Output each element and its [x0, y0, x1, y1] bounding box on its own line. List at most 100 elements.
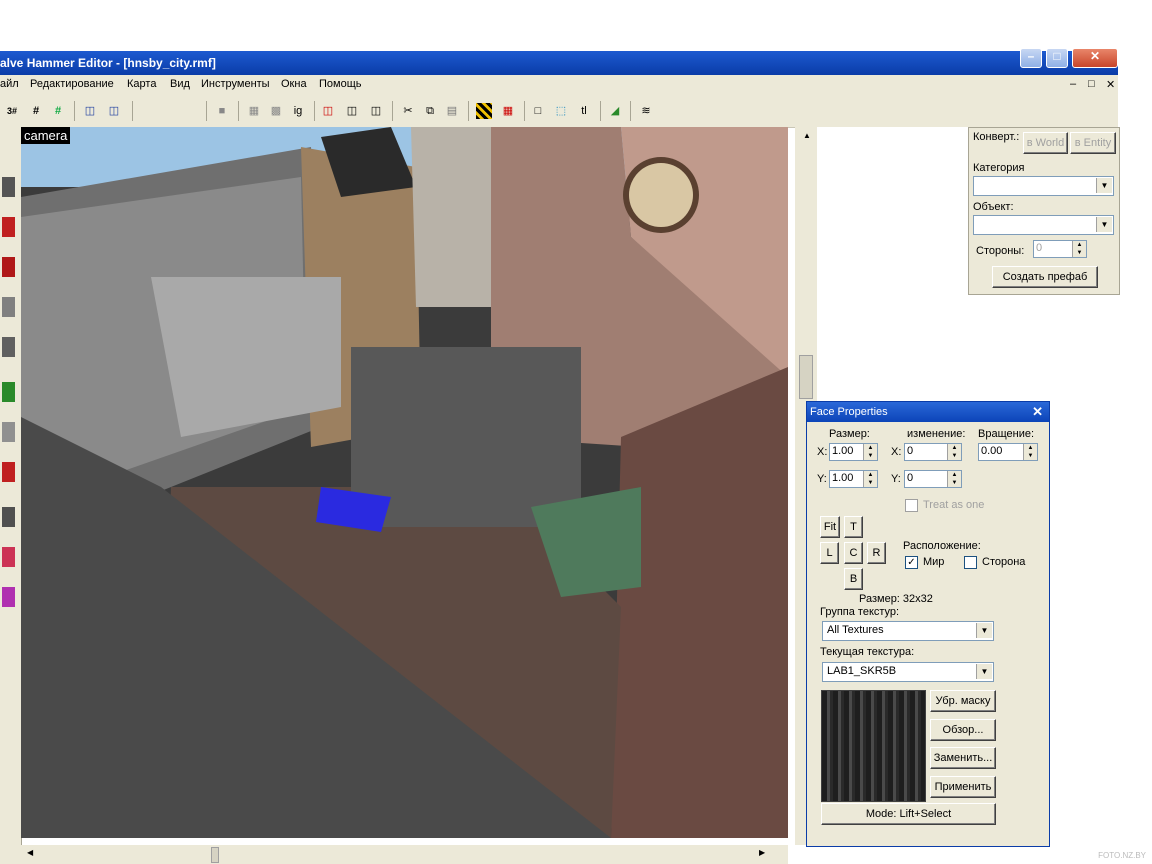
spinner-arrows-icon[interactable]: ▲ ▼: [947, 471, 961, 487]
3d-grid-icon[interactable]: 3#: [4, 103, 20, 119]
shift-y-label: Y:: [891, 473, 901, 485]
scale-y-input[interactable]: 1.00 ▲ ▼: [829, 470, 878, 488]
path-tool-icon[interactable]: [2, 587, 15, 607]
entity-tool-icon[interactable]: [2, 297, 15, 317]
selection-icon[interactable]: ▦: [500, 103, 516, 119]
spinner-arrows-icon[interactable]: ▲ ▼: [863, 471, 877, 487]
spinner-arrows-icon[interactable]: ▲ ▼: [863, 444, 877, 460]
cut-icon[interactable]: ✂: [400, 103, 416, 119]
mdi-close-button[interactable]: ✕: [1106, 78, 1115, 91]
align-left-button[interactable]: L: [820, 542, 839, 564]
object-select[interactable]: ▼: [973, 215, 1114, 235]
scale-label: Размер:: [829, 428, 870, 440]
tool-strip: [0, 127, 22, 864]
texture-tool-icon[interactable]: [2, 382, 15, 402]
category-select[interactable]: ▼: [973, 176, 1114, 196]
paste-icon[interactable]: ▤: [444, 103, 460, 119]
group-icon[interactable]: ▦: [246, 103, 262, 119]
horizontal-scrollbar[interactable]: ◀ ▶: [21, 845, 788, 864]
texture-lock-icon[interactable]: ◫: [368, 103, 384, 119]
grid-icon[interactable]: #: [28, 103, 44, 119]
hide-mask-button[interactable]: Убр. маску: [930, 690, 996, 712]
create-prefab-button[interactable]: Создать префаб: [992, 266, 1098, 288]
minimize-button[interactable]: –: [1020, 48, 1042, 68]
camera-tool-icon[interactable]: [2, 257, 15, 277]
alignment-label: Расположение:: [903, 540, 981, 552]
mode-button[interactable]: Mode: Lift+Select: [821, 803, 996, 825]
scroll-up-icon[interactable]: ▲: [803, 131, 811, 140]
copy-icon[interactable]: ⧉: [422, 103, 438, 119]
block-tool-icon[interactable]: [2, 337, 15, 357]
spinner-arrows-icon[interactable]: ▲ ▼: [1023, 444, 1037, 460]
grid-add-icon[interactable]: #: [50, 103, 66, 119]
magnify-tool-icon[interactable]: [2, 217, 15, 237]
scale-x-input[interactable]: 1.00 ▲ ▼: [829, 443, 878, 461]
toggle-texture-icon[interactable]: [476, 103, 492, 119]
fit-button[interactable]: Fit: [820, 516, 840, 538]
menu-file[interactable]: айл: [0, 78, 19, 90]
rotation-input[interactable]: 0.00 ▲ ▼: [978, 443, 1038, 461]
scroll-right-icon[interactable]: ▶: [759, 848, 765, 857]
shift-x-input[interactable]: 0 ▲ ▼: [904, 443, 962, 461]
mdi-minimize-button[interactable]: –: [1070, 78, 1076, 90]
decal-tool-icon[interactable]: [2, 462, 15, 482]
camera-viewport[interactable]: camera: [21, 127, 788, 838]
text-icon[interactable]: tl: [576, 103, 592, 119]
clip-tool-icon[interactable]: [2, 507, 15, 527]
scroll-thumb-vertical[interactable]: [799, 355, 813, 399]
align-right-button[interactable]: R: [867, 542, 886, 564]
menu-windows[interactable]: Окна: [281, 78, 307, 90]
menu-map[interactable]: Карта: [127, 78, 156, 90]
close-button[interactable]: ✕: [1072, 48, 1118, 68]
menu-view[interactable]: Вид: [170, 78, 190, 90]
selection-tool-icon[interactable]: [2, 177, 15, 197]
vertex-tool-icon[interactable]: [2, 547, 15, 567]
run-map-icon[interactable]: ≋: [638, 103, 654, 119]
texture-preview[interactable]: [821, 690, 926, 802]
close-icon[interactable]: ✕: [1032, 404, 1043, 420]
chevron-down-icon[interactable]: ▼: [976, 664, 992, 679]
clip-icon[interactable]: ⬚: [553, 103, 569, 119]
flip-icon[interactable]: ◢: [607, 103, 623, 119]
menu-edit[interactable]: Редактирование: [30, 78, 114, 90]
treat-as-one-checkbox[interactable]: [905, 499, 918, 512]
window-title: alve Hammer Editor - [hnsby_city.rmf]: [0, 56, 216, 70]
shift-y-input[interactable]: 0 ▲ ▼: [904, 470, 962, 488]
to-entity-button[interactable]: в Entity: [1070, 132, 1116, 154]
hollow-icon[interactable]: ◫: [344, 103, 360, 119]
align-center-button[interactable]: C: [844, 542, 863, 564]
to-world-button[interactable]: в World: [1023, 132, 1068, 154]
face-checkbox[interactable]: [964, 556, 977, 569]
ignore-groups-icon[interactable]: ig: [290, 103, 306, 119]
scroll-thumb[interactable]: [211, 847, 219, 863]
replace-button[interactable]: Заменить...: [930, 747, 996, 769]
spinner-arrows-icon[interactable]: ▲ ▼: [947, 444, 961, 460]
browse-button[interactable]: Обзор...: [930, 719, 996, 741]
ungroup-icon[interactable]: ▩: [268, 103, 284, 119]
scroll-left-icon[interactable]: ◀: [27, 848, 33, 857]
faces-spinner[interactable]: 0 ▲ ▼: [1033, 240, 1087, 258]
align-bottom-button[interactable]: B: [844, 568, 863, 590]
title-bar: alve Hammer Editor - [hnsby_city.rmf] – …: [0, 48, 1118, 75]
menu-help[interactable]: Помощь: [319, 78, 362, 90]
paste-view-icon[interactable]: ◫: [106, 103, 122, 119]
align-top-button[interactable]: T: [844, 516, 863, 538]
world-checkbox[interactable]: ✓: [905, 556, 918, 569]
apply-texture-icon[interactable]: [2, 422, 15, 442]
chevron-down-icon[interactable]: ▼: [1096, 178, 1112, 193]
menu-bar: айл Редактирование Карта Вид Инструменты…: [0, 75, 1118, 95]
world-label: Мир: [923, 556, 945, 568]
carve-icon[interactable]: ◫: [320, 103, 336, 119]
vertex-icon[interactable]: □: [530, 103, 546, 119]
chevron-down-icon[interactable]: ▼: [1096, 217, 1112, 232]
texture-group-select[interactable]: All Textures ▼: [822, 621, 994, 641]
apply-button[interactable]: Применить: [930, 776, 996, 798]
menu-tools[interactable]: Инструменты: [201, 78, 270, 90]
chevron-down-icon[interactable]: ▼: [976, 623, 992, 638]
current-texture-select[interactable]: LAB1_SKR5B ▼: [822, 662, 994, 682]
mdi-restore-button[interactable]: □: [1088, 78, 1095, 90]
hide-icon[interactable]: ■: [214, 103, 230, 119]
copy-view-icon[interactable]: ◫: [82, 103, 98, 119]
maximize-button[interactable]: □: [1046, 48, 1068, 68]
spinner-arrows-icon[interactable]: ▲ ▼: [1072, 241, 1086, 257]
